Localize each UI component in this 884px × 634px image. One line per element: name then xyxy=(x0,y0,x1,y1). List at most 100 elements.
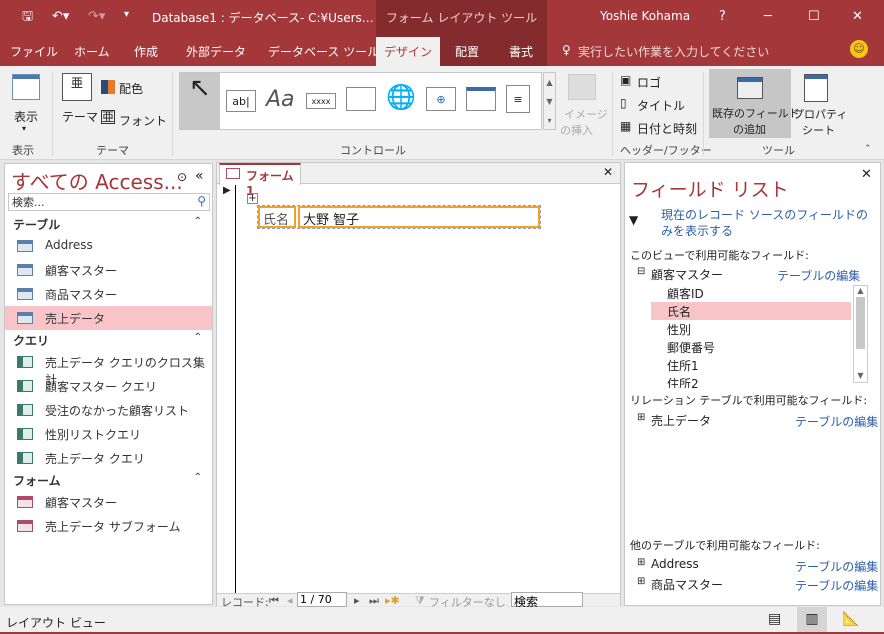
property-sheet-button[interactable]: プロパティ xyxy=(793,106,847,122)
button-control[interactable]: xxxx xyxy=(306,93,336,109)
combo-box-icon[interactable]: ≡ xyxy=(506,85,530,113)
nav-item-query[interactable]: 性別リストクエリ xyxy=(5,422,212,446)
fonts-button[interactable]: フォント xyxy=(119,112,167,129)
date-time-button[interactable]: 日付と時刻 xyxy=(637,120,697,137)
nav-item-query[interactable]: 受注のなかった顧客リスト xyxy=(5,398,212,422)
customize-qat-icon[interactable]: ▾ xyxy=(124,9,129,20)
edit-table-link[interactable]: テーブルの編集 xyxy=(795,577,878,594)
expand-icon[interactable]: ⊞ xyxy=(637,576,645,587)
smiley-icon[interactable]: ☺ xyxy=(850,40,868,58)
nav-item-query[interactable]: 顧客マスター クエリ xyxy=(5,374,212,398)
nav-item-query[interactable]: 売上データ クエリ xyxy=(5,446,212,470)
field-list-pane: フィールド リスト ✕ ▼ 現在のレコード ソースのフィールドのみを表示する こ… xyxy=(624,162,881,606)
hyperlink-icon[interactable]: 🌐 xyxy=(386,83,416,111)
tab-control-icon[interactable] xyxy=(346,87,376,111)
themes-button[interactable]: テーマ xyxy=(62,108,98,125)
view-icon[interactable] xyxy=(12,74,40,100)
title-bar: フォーム レイアウト ツール 🖫 ↶▾ ↷▾ ▾ Database1 : データ… xyxy=(0,0,884,66)
gallery-scroll[interactable]: ▲ ▼ ▾ xyxy=(543,72,556,130)
collapse-ribbon-icon[interactable]: ⌃ xyxy=(864,144,872,154)
close-pane-icon[interactable]: ✕ xyxy=(861,167,872,182)
nav-item-form[interactable]: 売上データ サブフォーム xyxy=(5,514,212,538)
minimize-button[interactable]: ─ xyxy=(764,9,772,24)
form-view-icon[interactable]: ▤ xyxy=(768,611,781,627)
tab-home[interactable]: ホーム xyxy=(74,43,110,60)
nav-title[interactable]: すべての Access... xyxy=(11,166,183,195)
field-item-selected[interactable]: 氏名 xyxy=(651,302,851,320)
add-fields-label-line2: の追加 xyxy=(733,123,766,136)
tab-file[interactable]: ファイル xyxy=(10,43,58,60)
next-record-button[interactable]: ▸ xyxy=(354,594,360,607)
maximize-button[interactable]: ☐ xyxy=(808,9,820,24)
layout-view-icon[interactable]: ▥ xyxy=(797,607,827,632)
navigation-control-icon[interactable] xyxy=(466,87,496,111)
nav-section-queries[interactable]: クエリ ⌃ xyxy=(5,330,212,350)
tab-format[interactable]: 書式 xyxy=(509,43,533,60)
edit-table-link[interactable]: テーブルの編集 xyxy=(777,267,860,284)
user-name[interactable]: Yoshie Kohama xyxy=(600,9,690,23)
tab-external-data[interactable]: 外部データ xyxy=(186,43,246,60)
show-only-current-link[interactable]: 現在のレコード ソースのフィールドのみを表示する xyxy=(661,207,873,239)
help-button[interactable]: ? xyxy=(719,9,726,24)
field-item[interactable]: 顧客ID xyxy=(651,284,851,302)
field-item[interactable]: 性別 xyxy=(651,320,851,338)
tab-arrange[interactable]: 配置 xyxy=(455,43,479,60)
undo-icon[interactable]: ↶▾ xyxy=(52,9,69,24)
field-list-scrollbar[interactable]: ▲ ▼ xyxy=(853,285,868,383)
web-browser-icon[interactable]: ⊕ xyxy=(426,87,456,111)
nav-item-query[interactable]: 売上データ クエリのクロス集計 xyxy=(5,350,212,387)
edit-table-link[interactable]: テーブルの編集 xyxy=(795,558,878,575)
other-table: Address xyxy=(651,557,699,571)
title-button[interactable]: タイトル xyxy=(637,97,685,114)
collapse-nav-icon[interactable]: « xyxy=(195,168,204,184)
save-icon[interactable]: 🖫 xyxy=(22,7,33,29)
field-item[interactable]: 住所1 xyxy=(651,356,851,374)
add-existing-fields-button[interactable]: 既存のフィールド の追加 xyxy=(709,69,800,138)
tab-database-tools[interactable]: データベース ツール xyxy=(268,43,379,60)
nav-menu-icon[interactable]: ⊙ xyxy=(177,170,187,184)
collapse-table-icon[interactable]: ⊟ xyxy=(637,266,645,277)
first-record-button[interactable]: ⏮ xyxy=(269,594,279,608)
tell-me-input[interactable]: 実行したい作業を入力してください xyxy=(578,43,769,60)
close-document-icon[interactable]: ✕ xyxy=(603,165,613,179)
expand-icon[interactable]: ⊞ xyxy=(637,412,645,423)
nav-section-forms[interactable]: フォーム ⌃ xyxy=(5,470,212,490)
view-dropdown-icon[interactable]: ▾ xyxy=(22,124,26,133)
query-icon xyxy=(17,356,33,368)
close-button[interactable]: ✕ xyxy=(852,9,863,24)
select-pointer-icon[interactable]: ↖ xyxy=(180,73,220,129)
search-icon[interactable]: ⚲ xyxy=(197,194,206,208)
tab-form1[interactable]: フォーム1 xyxy=(219,163,301,198)
field-item[interactable]: 住所2 xyxy=(651,374,851,388)
last-record-button[interactable]: ⏭ xyxy=(369,594,379,608)
textbox-control[interactable]: ab| xyxy=(226,90,256,112)
edit-table-link[interactable]: テーブルの編集 xyxy=(795,413,878,430)
nav-section-tables[interactable]: テーブル ⌃ xyxy=(5,214,212,234)
nav-item-product-master[interactable]: 商品マスター xyxy=(5,282,212,306)
field-item[interactable]: 郵便番号 xyxy=(651,338,851,356)
new-record-button[interactable]: ▸✱ xyxy=(385,594,400,607)
view-button[interactable]: 表示 xyxy=(14,108,38,125)
theme-icon[interactable]: 亜 xyxy=(62,73,92,101)
current-record-input[interactable]: 1 / 70 xyxy=(297,592,347,607)
previous-record-button[interactable]: ◂ xyxy=(287,594,293,607)
nav-item-sales-data[interactable]: 売上データ xyxy=(5,306,212,330)
field-label[interactable]: 氏名 xyxy=(258,206,296,228)
field-textbox[interactable]: 大野 智子 xyxy=(298,206,540,228)
logo-button[interactable]: ロゴ xyxy=(637,74,661,91)
move-layout-icon[interactable]: + xyxy=(247,193,258,204)
design-view-icon[interactable]: 📐 xyxy=(842,611,859,627)
tab-create[interactable]: 作成 xyxy=(134,43,158,60)
record-search-input[interactable]: 検索 xyxy=(511,592,583,609)
redo-icon[interactable]: ↷▾ xyxy=(88,9,105,24)
tab-design[interactable]: デザイン xyxy=(376,37,440,66)
insert-image-button[interactable]: イメージ xyxy=(564,106,608,122)
colors-button[interactable]: 配色 xyxy=(119,80,143,97)
table-icon xyxy=(17,312,33,324)
nav-item-address[interactable]: Address xyxy=(5,234,212,258)
nav-search-input[interactable]: 検索... ⚲ xyxy=(8,193,210,211)
nav-item-form[interactable]: 顧客マスター xyxy=(5,490,212,514)
expand-icon[interactable]: ⊞ xyxy=(637,557,645,568)
label-control[interactable]: Aa xyxy=(266,87,295,112)
nav-item-customer-master[interactable]: 顧客マスター xyxy=(5,258,212,282)
